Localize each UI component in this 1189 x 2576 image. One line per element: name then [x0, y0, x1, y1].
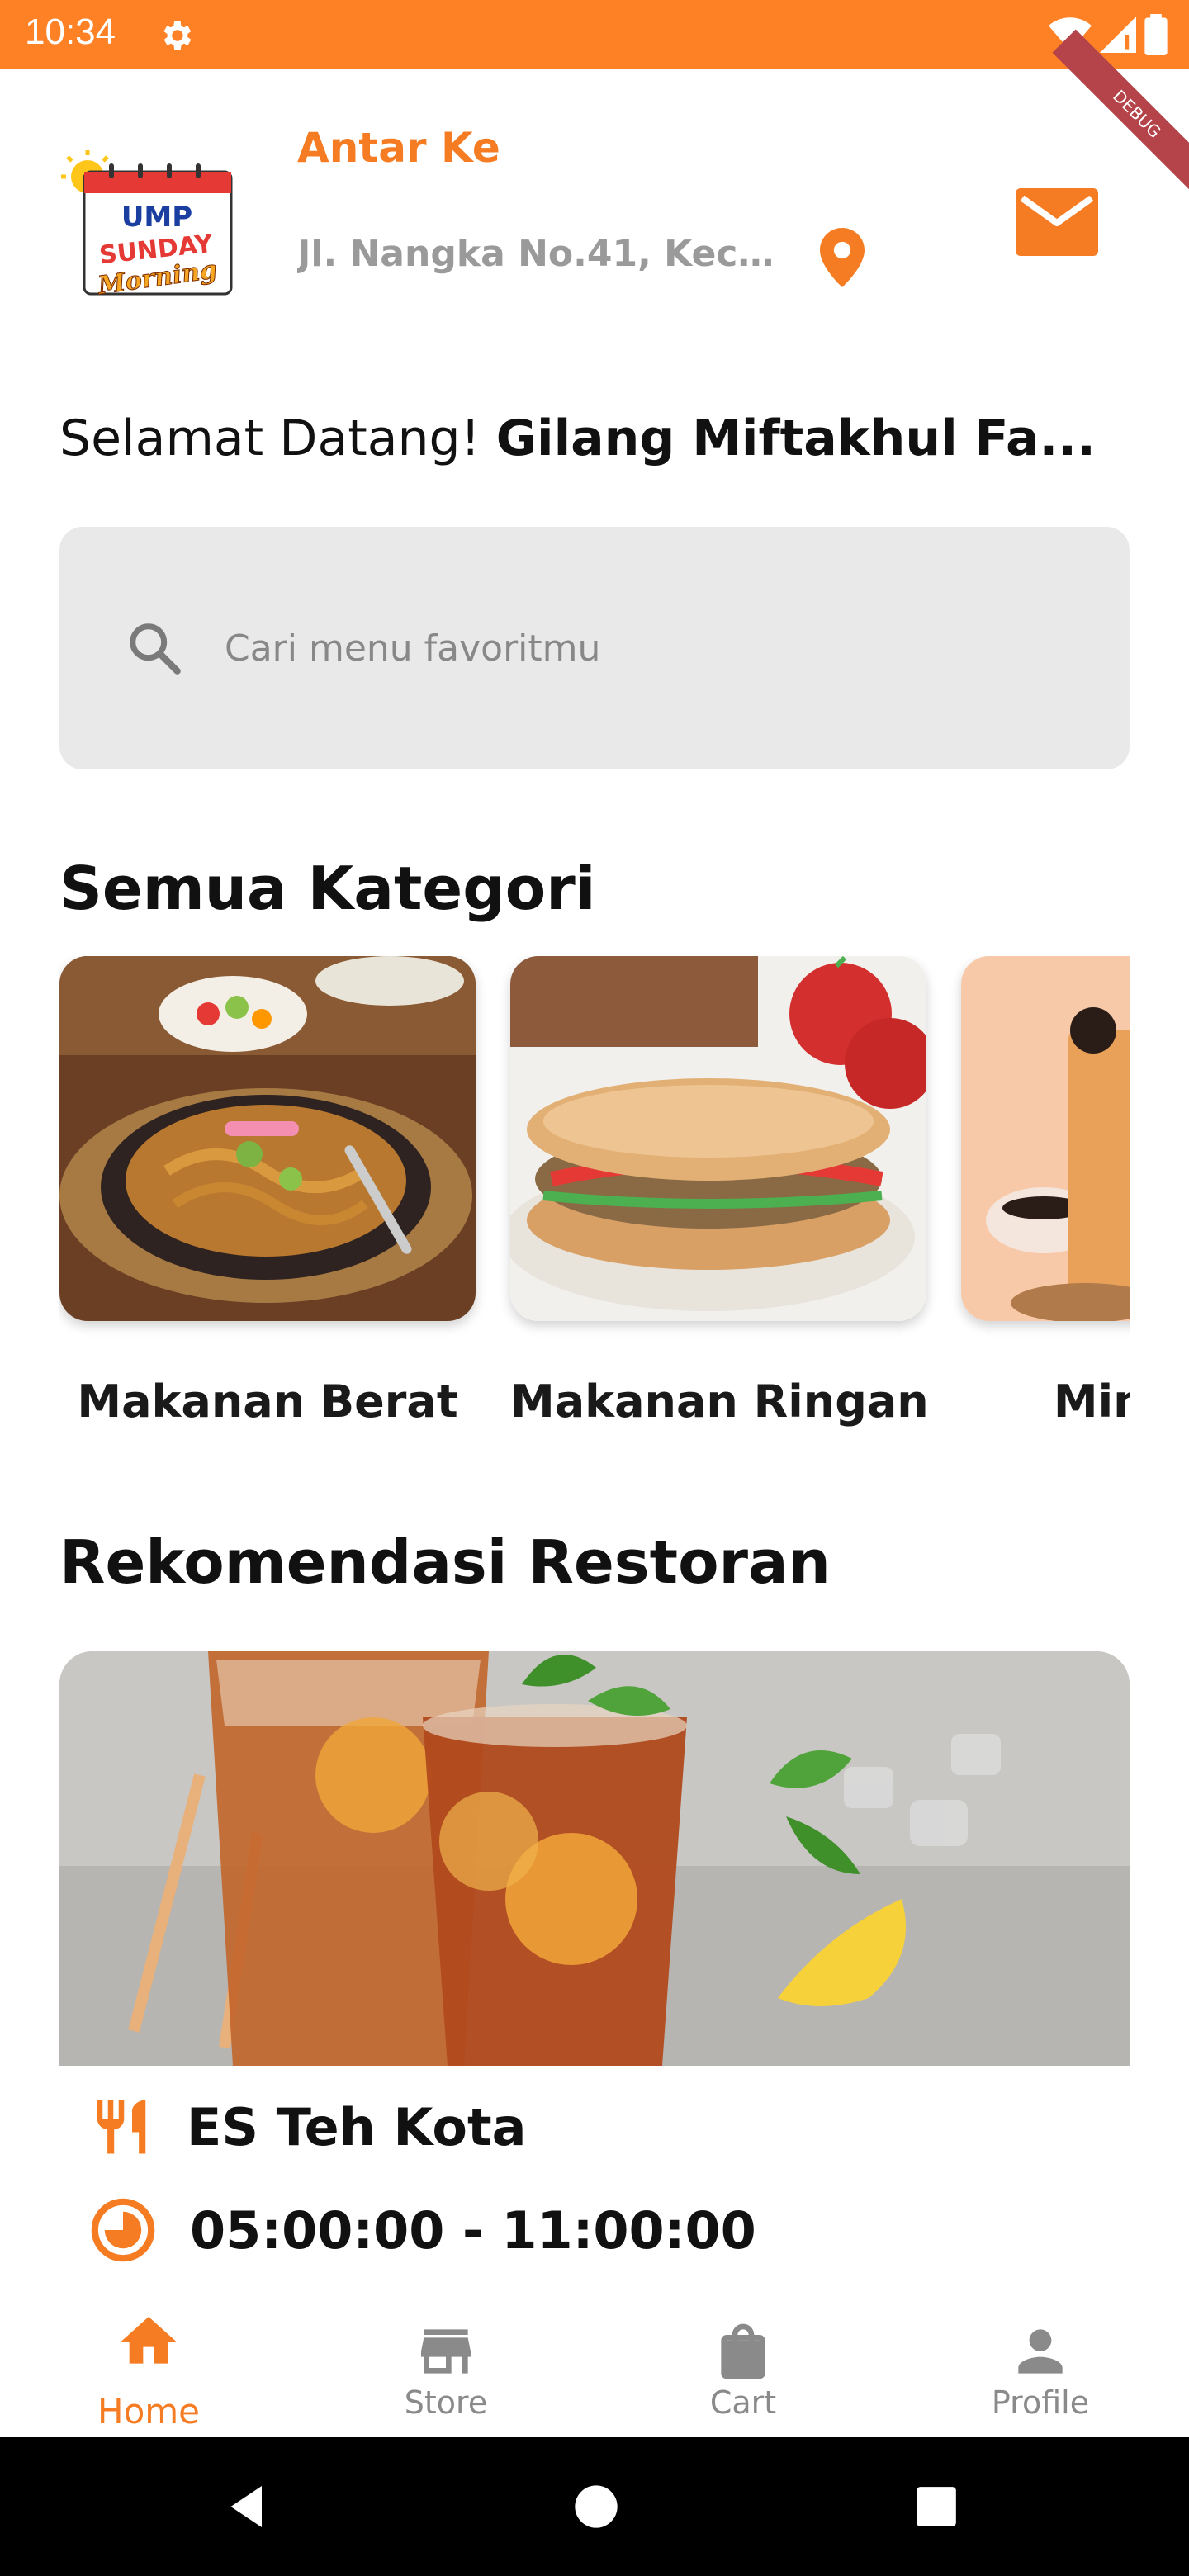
- back-icon[interactable]: [225, 2482, 274, 2531]
- category-card[interactable]: Makanan Ringan: [502, 956, 936, 1428]
- nav-home[interactable]: Home: [0, 2292, 297, 2437]
- category-image-snack: [502, 956, 936, 1321]
- system-navigation-bar: [0, 2437, 1189, 2576]
- bottom-navigation: Home Store Cart Profile: [0, 2292, 1189, 2437]
- signal-icon: [1100, 17, 1136, 53]
- category-label: Makanan Ringan: [510, 1376, 929, 1428]
- restaurant-hours-row: 05:00:00 - 11:00:00: [89, 2196, 756, 2264]
- search-bar[interactable]: [59, 527, 1130, 769]
- category-image-drinks: [961, 956, 1130, 1323]
- recents-icon[interactable]: [915, 2485, 958, 2528]
- location-pin-icon[interactable]: [819, 228, 865, 287]
- store-icon: [421, 2329, 471, 2374]
- person-icon: [1018, 2329, 1063, 2374]
- shopping-bag-icon: [721, 2323, 765, 2379]
- welcome-message: Selamat Datang! Gilang Miftakhul Fa...: [59, 410, 1133, 467]
- deliver-to-label: Antar Ke: [297, 124, 500, 172]
- category-label: Makanan Berat: [77, 1376, 458, 1428]
- battery-icon: [1144, 14, 1168, 55]
- home-icon: [121, 2317, 177, 2364]
- status-bar: 10:34: [0, 0, 1189, 69]
- home-button-icon[interactable]: [573, 2484, 619, 2530]
- search-input[interactable]: [225, 619, 1050, 677]
- restaurant-hours: 05:00:00 - 11:00:00: [190, 2200, 756, 2261]
- nav-label-store: Store: [404, 2384, 488, 2421]
- restaurant-icon: [97, 2100, 146, 2154]
- restaurant-name-row: ES Teh Kota: [89, 2094, 526, 2160]
- welcome-greeting: Selamat Datang!: [59, 410, 481, 467]
- restaurant-name: ES Teh Kota: [187, 2096, 527, 2157]
- mail-icon[interactable]: [1016, 188, 1098, 256]
- clock-icon: [91, 2198, 155, 2262]
- category-image-heavy-meal: [59, 956, 476, 1321]
- restaurant-image: [59, 1651, 1130, 2066]
- nav-label-cart: Cart: [709, 2384, 777, 2421]
- nav-profile[interactable]: Profile: [892, 2292, 1189, 2437]
- nav-cart[interactable]: Cart: [594, 2292, 892, 2437]
- app-logo: UMP SUNDAY Morning: [61, 150, 233, 301]
- category-card[interactable]: Minuman: [961, 956, 1130, 1428]
- category-list[interactable]: Makanan Berat Makanan Ringan Minuman: [59, 956, 1130, 1451]
- status-time: 10:34: [25, 12, 116, 52]
- restaurant-card[interactable]: ES Teh Kota 05:00:00 - 11:00:00: [59, 1651, 1130, 2295]
- gear-icon: [163, 21, 192, 50]
- delivery-address[interactable]: Jl. Nangka No.41, Keca...: [297, 233, 776, 275]
- nav-label-home: Home: [97, 2391, 201, 2432]
- nav-label-profile: Profile: [991, 2384, 1090, 2421]
- recommendations-title: Rekomendasi Restoran: [59, 1527, 831, 1597]
- svg-text:UMP: UMP: [121, 201, 192, 234]
- categories-title: Semua Kategori: [59, 854, 596, 923]
- user-name: Gilang Miftakhul Fa...: [495, 410, 1096, 467]
- category-card[interactable]: Makanan Berat: [59, 956, 476, 1428]
- nav-store[interactable]: Store: [297, 2292, 594, 2437]
- category-label: Minuman: [1053, 1376, 1130, 1428]
- search-icon: [130, 623, 181, 675]
